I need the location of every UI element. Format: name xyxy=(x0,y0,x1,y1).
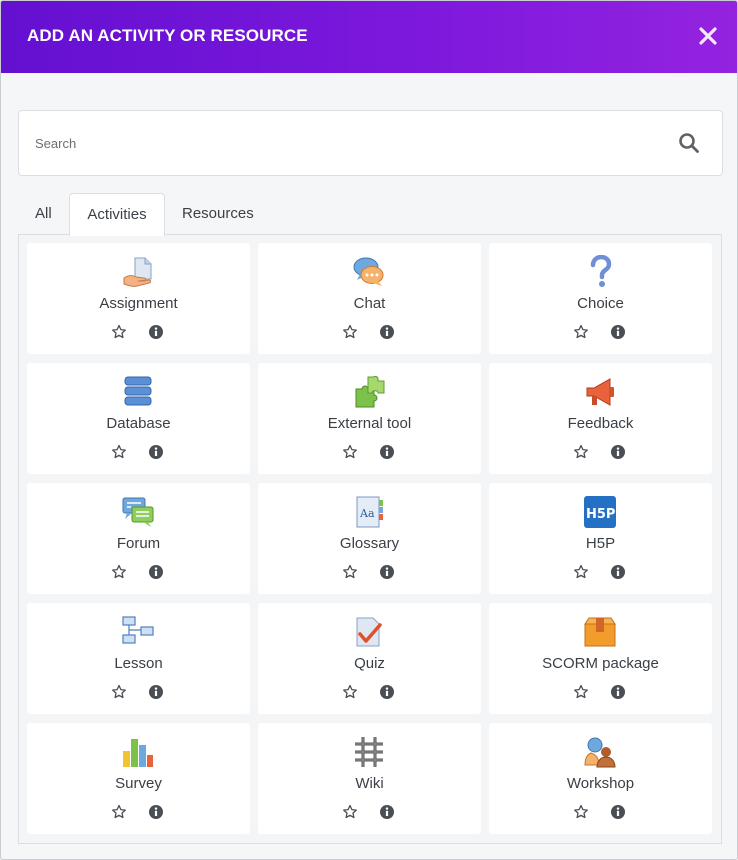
activity-label: Choice xyxy=(577,295,624,312)
star-icon[interactable] xyxy=(342,564,358,580)
star-icon[interactable] xyxy=(342,684,358,700)
forum-icon xyxy=(121,495,155,529)
search-box xyxy=(18,110,723,176)
activity-label: Workshop xyxy=(566,775,635,792)
activity-card-workshop[interactable]: Workshop xyxy=(489,723,712,834)
lesson-icon xyxy=(121,615,155,649)
activity-card-chat[interactable]: Chat xyxy=(258,243,481,354)
info-icon[interactable] xyxy=(148,324,164,340)
activity-card-forum[interactable]: Forum xyxy=(27,483,250,594)
star-icon[interactable] xyxy=(342,324,358,340)
database-icon xyxy=(121,375,155,409)
info-icon[interactable] xyxy=(379,324,395,340)
star-icon[interactable] xyxy=(342,444,358,460)
star-icon[interactable] xyxy=(342,804,358,820)
star-icon[interactable] xyxy=(573,444,589,460)
activity-card-feedback[interactable]: Feedback xyxy=(489,363,712,474)
activity-card-survey[interactable]: Survey xyxy=(27,723,250,834)
activity-card-quiz[interactable]: Quiz xyxy=(258,603,481,714)
svg-text:Aa: Aa xyxy=(359,507,375,520)
info-icon[interactable] xyxy=(148,444,164,460)
quiz-icon xyxy=(352,615,386,649)
activities-panel: Assignment Chat Choice Database External too… xyxy=(18,234,722,844)
info-icon[interactable] xyxy=(379,444,395,460)
activity-label: Chat xyxy=(353,295,386,312)
close-icon[interactable] xyxy=(695,23,721,49)
activity-card-glossary[interactable]: Aa Glossary xyxy=(258,483,481,594)
info-icon[interactable] xyxy=(148,804,164,820)
chat-icon xyxy=(352,255,386,289)
activity-label: SCORM package xyxy=(542,655,659,672)
tab-all[interactable]: All xyxy=(18,193,68,235)
info-icon[interactable] xyxy=(610,804,626,820)
activity-card-choice[interactable]: Choice xyxy=(489,243,712,354)
activity-label: Forum xyxy=(116,535,161,552)
workshop-icon xyxy=(583,735,617,769)
info-icon[interactable] xyxy=(379,684,395,700)
info-icon[interactable] xyxy=(379,564,395,580)
star-icon[interactable] xyxy=(573,564,589,580)
tab-resources[interactable]: Resources xyxy=(182,193,282,235)
wiki-icon xyxy=(352,735,386,769)
star-icon[interactable] xyxy=(111,564,127,580)
activity-label: Survey xyxy=(115,775,162,792)
activity-label: Feedback xyxy=(567,415,634,432)
info-icon[interactable] xyxy=(610,684,626,700)
activity-card-database[interactable]: Database xyxy=(27,363,250,474)
glossary-icon: Aa xyxy=(352,495,386,529)
add-activity-modal: ADD AN ACTIVITY OR RESOURCE All Activiti… xyxy=(0,0,738,860)
info-icon[interactable] xyxy=(610,444,626,460)
activity-label: Quiz xyxy=(354,655,385,672)
star-icon[interactable] xyxy=(111,684,127,700)
tab-activities[interactable]: Activities xyxy=(69,193,165,236)
h5p-icon: H5P xyxy=(583,495,617,529)
info-icon[interactable] xyxy=(148,564,164,580)
activity-card-assignment[interactable]: Assignment xyxy=(27,243,250,354)
search-icon[interactable] xyxy=(678,132,700,154)
activity-card-scorm-package[interactable]: SCORM package xyxy=(489,603,712,714)
star-icon[interactable] xyxy=(573,804,589,820)
activity-label: Database xyxy=(106,415,171,432)
activity-card-wiki[interactable]: Wiki xyxy=(258,723,481,834)
info-icon[interactable] xyxy=(148,684,164,700)
svg-text:H5P: H5P xyxy=(586,507,615,522)
assignment-icon xyxy=(121,255,155,289)
star-icon[interactable] xyxy=(111,804,127,820)
star-icon[interactable] xyxy=(111,324,127,340)
info-icon[interactable] xyxy=(379,804,395,820)
activity-card-lesson[interactable]: Lesson xyxy=(27,603,250,714)
activity-card-external-tool[interactable]: External tool xyxy=(258,363,481,474)
activity-card-h5p[interactable]: H5P H5P xyxy=(489,483,712,594)
survey-icon xyxy=(121,735,155,769)
star-icon[interactable] xyxy=(573,684,589,700)
feedback-icon xyxy=(583,375,617,409)
activity-label: External tool xyxy=(327,415,412,432)
modal-header: ADD AN ACTIVITY OR RESOURCE xyxy=(1,1,737,73)
activity-label: Lesson xyxy=(114,655,163,672)
activity-label: Assignment xyxy=(99,295,178,312)
info-icon[interactable] xyxy=(610,324,626,340)
choice-icon xyxy=(583,254,617,289)
info-icon[interactable] xyxy=(610,564,626,580)
star-icon[interactable] xyxy=(111,444,127,460)
activity-label: H5P xyxy=(585,535,616,552)
external-tool-icon xyxy=(352,375,386,409)
modal-title: ADD AN ACTIVITY OR RESOURCE xyxy=(27,26,308,45)
scorm-package-icon xyxy=(583,615,617,649)
activity-label: Glossary xyxy=(339,535,400,552)
activity-label: Wiki xyxy=(355,775,384,792)
star-icon[interactable] xyxy=(573,324,589,340)
search-input[interactable] xyxy=(19,111,659,175)
